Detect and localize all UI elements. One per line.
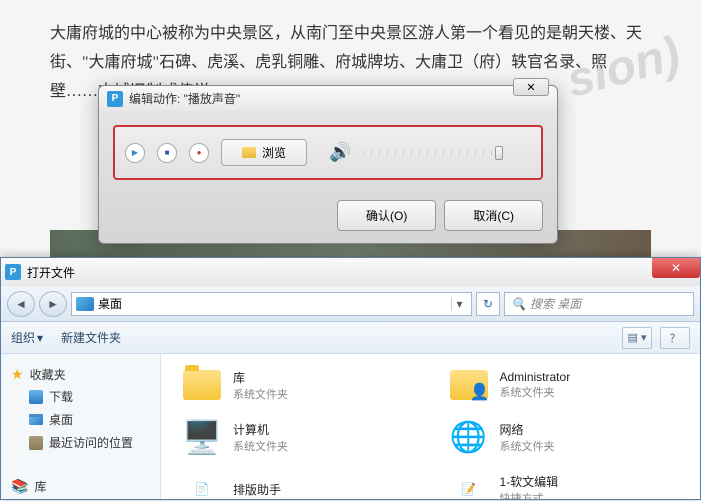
sidebar-favorites-group: ★ 收藏夹 下载 桌面 最近访问的位置 xyxy=(1,360,160,458)
app-icon: P xyxy=(107,91,123,107)
chevron-down-icon: ▾ xyxy=(37,331,43,345)
browse-label: 浏览 xyxy=(262,144,286,161)
browse-button[interactable]: 浏览 xyxy=(221,139,307,166)
toolbar: 组织 ▾ 新建文件夹 ▤ ▾ ？ xyxy=(1,322,700,354)
libraries-folder-icon xyxy=(181,366,223,404)
file-list: 库 系统文件夹 Administrator 系统文件夹 🖥️ 计算机 系统文 xyxy=(161,354,700,499)
search-icon: 🔍 xyxy=(511,297,526,311)
volume-thumb[interactable] xyxy=(495,146,503,160)
app-icon: P xyxy=(5,264,21,280)
file-dialog-titlebar: P 打开文件 ✕ xyxy=(1,258,700,286)
network-icon: 🌐 xyxy=(448,418,490,456)
forward-button[interactable]: ► xyxy=(39,291,67,317)
file-item-administrator[interactable]: Administrator 系统文件夹 xyxy=(446,364,683,406)
edit-dialog-body: ▶ ■ ● 浏览 🔊 xyxy=(99,111,557,194)
folder-icon xyxy=(242,147,256,158)
edit-dialog-titlebar: P 编辑动作: "播放声音" xyxy=(99,86,557,111)
speaker-icon: 🔊 xyxy=(329,142,351,163)
sidebar-item-recent[interactable]: 最近访问的位置 xyxy=(11,431,150,454)
desktop-icon xyxy=(76,297,94,311)
library-icon: 📚 xyxy=(11,478,28,495)
search-input[interactable]: 🔍 搜索 桌面 xyxy=(504,292,694,316)
computer-icon: 🖥️ xyxy=(181,418,223,456)
close-icon: ✕ xyxy=(526,81,535,94)
shortcut-icon: 📝 xyxy=(448,470,490,499)
ok-button[interactable]: 确认(O) xyxy=(337,200,436,231)
sidebar-libraries-header[interactable]: 📚 库 xyxy=(11,476,150,497)
volume-slider[interactable] xyxy=(363,150,503,156)
sidebar-favorites-header[interactable]: ★ 收藏夹 xyxy=(11,364,150,385)
edit-dialog-close-button[interactable]: ✕ xyxy=(513,78,549,96)
user-folder-icon xyxy=(448,366,490,404)
search-placeholder: 搜索 桌面 xyxy=(530,295,581,312)
path-text: 桌面 xyxy=(98,295,447,312)
record-button[interactable]: ● xyxy=(189,143,209,163)
navigation-bar: ◄ ► 桌面 ▾ ↻ 🔍 搜索 桌面 xyxy=(1,286,700,322)
file-icon: 📄 xyxy=(181,470,223,499)
downloads-icon xyxy=(29,390,43,404)
address-bar[interactable]: 桌面 ▾ xyxy=(71,292,472,316)
file-item-computer[interactable]: 🖥️ 计算机 系统文件夹 xyxy=(179,416,416,458)
file-item-typeset[interactable]: 📄 排版助手 xyxy=(179,468,416,499)
view-mode-button[interactable]: ▤ ▾ xyxy=(622,327,652,349)
close-icon: ✕ xyxy=(671,261,681,275)
help-button[interactable]: ？ xyxy=(660,327,690,349)
file-item-shortcut[interactable]: 📝 1-软文编辑 快捷方式 xyxy=(446,468,683,499)
file-dialog-title: 打开文件 xyxy=(27,264,75,281)
file-grid: 库 系统文件夹 Administrator 系统文件夹 🖥️ 计算机 系统文 xyxy=(179,364,682,499)
path-dropdown-icon[interactable]: ▾ xyxy=(451,297,467,311)
sidebar-item-downloads[interactable]: 下载 xyxy=(11,385,150,408)
file-dialog-close-button[interactable]: ✕ xyxy=(652,258,700,278)
edit-dialog-title: 编辑动作: "播放声音" xyxy=(129,90,549,107)
sidebar: ★ 收藏夹 下载 桌面 最近访问的位置 📚 xyxy=(1,354,161,499)
sound-controls-panel: ▶ ■ ● 浏览 🔊 xyxy=(113,125,543,180)
file-item-libraries[interactable]: 库 系统文件夹 xyxy=(179,364,416,406)
refresh-button[interactable]: ↻ xyxy=(476,292,500,316)
star-icon: ★ xyxy=(11,366,24,383)
organize-menu[interactable]: 组织 ▾ xyxy=(11,329,43,346)
sidebar-libraries-group: 📚 库 xyxy=(1,472,160,501)
file-dialog-body: ★ 收藏夹 下载 桌面 最近访问的位置 📚 xyxy=(1,354,700,499)
new-folder-button[interactable]: 新建文件夹 xyxy=(61,329,121,346)
toolbar-right: ▤ ▾ ？ xyxy=(622,327,690,349)
open-file-dialog: P 打开文件 ✕ ◄ ► 桌面 ▾ ↻ 🔍 搜索 桌面 组织 ▾ 新建文件夹 ▤… xyxy=(0,257,701,500)
play-button[interactable]: ▶ xyxy=(125,143,145,163)
recent-icon xyxy=(29,436,43,450)
edit-dialog-footer: 确认(O) 取消(C) xyxy=(99,194,557,243)
edit-action-dialog: ✕ P 编辑动作: "播放声音" ▶ ■ ● 浏览 🔊 确认(O) 取消(C) xyxy=(98,85,558,244)
back-button[interactable]: ◄ xyxy=(7,291,35,317)
sidebar-item-desktop[interactable]: 桌面 xyxy=(11,408,150,431)
file-item-network[interactable]: 🌐 网络 系统文件夹 xyxy=(446,416,683,458)
desktop-icon xyxy=(29,414,43,425)
stop-button[interactable]: ■ xyxy=(157,143,177,163)
cancel-button[interactable]: 取消(C) xyxy=(444,200,543,231)
